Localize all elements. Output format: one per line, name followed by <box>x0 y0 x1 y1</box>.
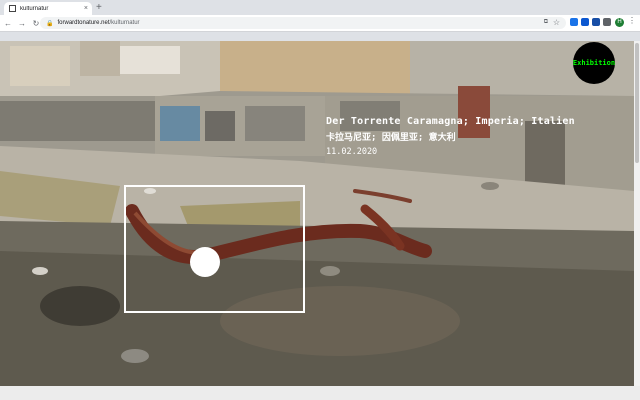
tab-close-icon[interactable]: × <box>84 5 88 12</box>
forward-icon[interactable]: → <box>16 19 28 28</box>
focus-frame <box>124 185 305 313</box>
back-icon[interactable]: ← <box>2 19 14 28</box>
url-text[interactable]: forwardtonature.net/kulturnatur <box>57 20 139 26</box>
favicon-icon <box>9 5 16 12</box>
bottom-bar <box>0 386 640 400</box>
caption-title: Der Torrente Caramagna; Imperia; Italien <box>326 116 575 127</box>
address-bar[interactable]: 🔒 forwardtonature.net/kulturnatur ⧉ ☆ <box>40 17 566 29</box>
exhibition-button[interactable]: Exhibition <box>573 42 615 84</box>
caption-date: 11.02.2020 <box>326 147 378 157</box>
browser-menu-icon[interactable]: ⋮ <box>628 16 636 25</box>
translate-icon[interactable]: ⧉ <box>544 19 548 26</box>
url-path: /kulturnatur <box>109 20 140 26</box>
extensions-puzzle-icon[interactable] <box>603 18 611 26</box>
bookmark-star-icon[interactable]: ☆ <box>553 18 560 27</box>
riverbed-photo <box>0 41 634 386</box>
profile-avatar[interactable]: H <box>615 18 624 27</box>
caption-overlay: Der Torrente Caramagna; Imperia; Italien… <box>326 116 575 157</box>
extension-box-icon[interactable] <box>581 18 589 26</box>
url-host: forwardtonature.net <box>57 20 110 26</box>
tab-strip: kulturnatur × + <box>0 0 640 15</box>
exhibition-label: Exhibition <box>572 59 616 67</box>
extension-graduation-icon[interactable] <box>592 18 600 26</box>
new-tab-button[interactable]: + <box>96 2 102 14</box>
browser-toolbar: ← → ↻ 🔒 forwardtonature.net/kulturnatur … <box>0 15 640 32</box>
scrollbar-thumb[interactable] <box>635 43 639 163</box>
lock-icon[interactable]: 🔒 <box>46 20 53 27</box>
extension-c-icon[interactable] <box>570 18 578 26</box>
page-scrollbar[interactable] <box>634 41 640 386</box>
cursor-dot[interactable] <box>190 247 220 277</box>
page-viewport: Der Torrente Caramagna; Imperia; Italien… <box>0 41 634 386</box>
caption-title-chinese: 卡拉马尼亚; 因佩里亚; 意大利 <box>326 133 456 143</box>
tab-title: kulturnatur <box>20 5 49 12</box>
tab-kulturnatur[interactable]: kulturnatur × <box>4 2 92 15</box>
